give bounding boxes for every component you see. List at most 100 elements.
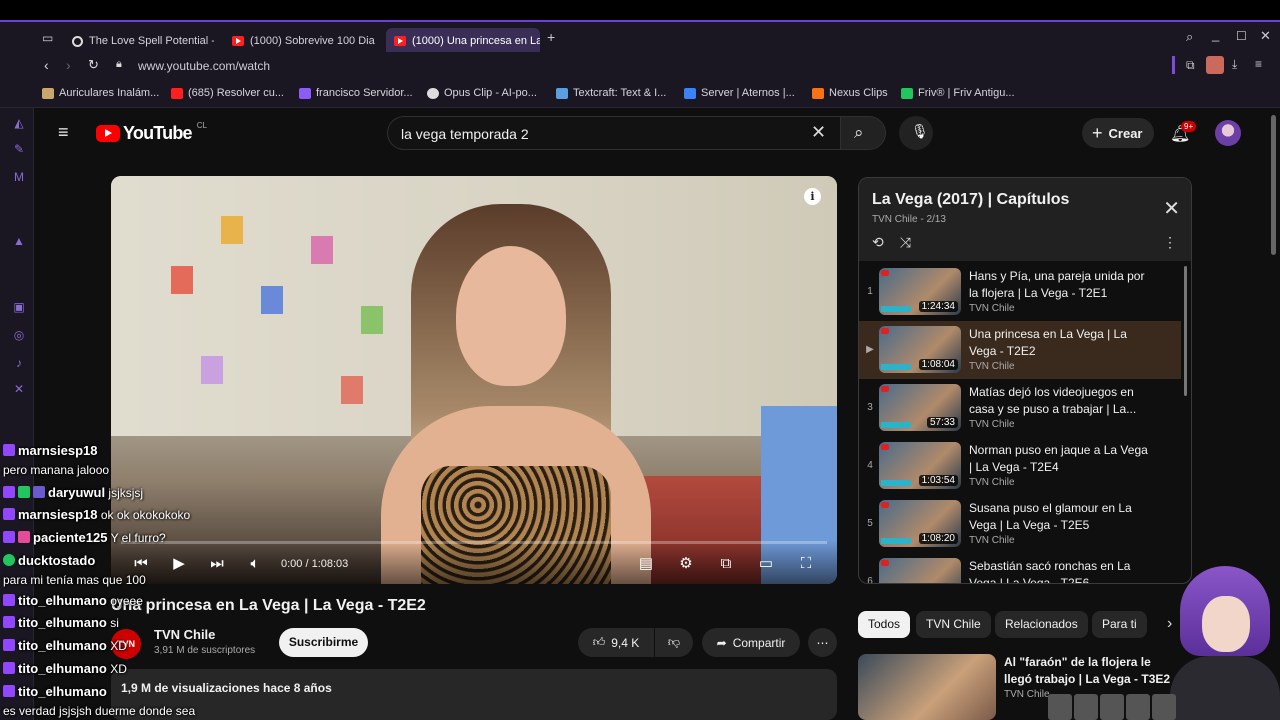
bookmark-5[interactable]: Textcraft: Text & I... <box>556 87 666 99</box>
instagram-icon[interactable]: ◎ <box>12 328 26 342</box>
chip-channel[interactable]: TVN Chile <box>916 611 991 638</box>
hamburger-menu-icon[interactable]: ≡ <box>58 122 69 143</box>
subtitles-icon[interactable]: ▤ <box>636 555 656 573</box>
clear-search-icon[interactable]: ✕ <box>811 122 826 143</box>
heart-badge-icon <box>18 531 30 543</box>
playlist-item[interactable]: 5 1:08:20 Susana puso el glamour en La V… <box>859 495 1181 553</box>
more-actions-button[interactable]: ⋯ <box>808 628 837 657</box>
account-avatar[interactable] <box>1215 120 1241 146</box>
play-icon[interactable]: ▶︎ <box>169 555 189 573</box>
reload-icon[interactable]: ↻ <box>88 57 99 73</box>
aria-icon[interactable]: ◭ <box>12 116 26 130</box>
duration-badge: 1:08:20 <box>918 533 958 544</box>
bookmark-1[interactable]: Auriculares Inalám... <box>42 87 159 99</box>
video-player[interactable]: i ⏮︎ ▶︎ ⏭︎ 🔈︎ 0:00 / 1:08:03 ▤ ⚙︎ ⧉ ▭ ⛶ <box>111 176 837 584</box>
close-window-icon[interactable]: ✕ <box>1260 28 1271 44</box>
brush-icon[interactable]: ✎ <box>12 142 26 156</box>
playlist-item-current[interactable]: ▶ 1:08:04 Una princesa en La Vega | La V… <box>859 321 1181 379</box>
search-button[interactable]: ⌕ <box>840 116 886 150</box>
progress-bar[interactable] <box>121 541 827 544</box>
loop-icon[interactable]: ⟲ <box>872 234 884 251</box>
chip-for-you[interactable]: Para ti <box>1092 611 1147 638</box>
close-playlist-icon[interactable]: ✕ <box>1163 196 1180 221</box>
tab-switcher-icon[interactable]: ▭ <box>42 31 53 45</box>
miniplayer-icon[interactable]: ⧉ <box>716 555 736 573</box>
playlist-item[interactable]: 6 Sebastián sacó ronchas en La Vega | La… <box>859 553 1181 583</box>
settings-gear-icon[interactable]: ⚙︎ <box>676 555 696 573</box>
twitch-badge-icon <box>3 662 15 674</box>
emote <box>1074 694 1098 720</box>
download-icon[interactable]: ⤓ <box>1232 57 1237 72</box>
playlist-item[interactable]: 1 1:24:34 Hans y Pía, una pareja unida p… <box>859 263 1181 321</box>
tab-3-active[interactable]: (1000) Una princesa en La <box>386 28 540 54</box>
messenger-icon[interactable]: M <box>12 170 26 184</box>
fullscreen-icon[interactable]: ⛶ <box>796 555 816 573</box>
chat-username: ducktostado <box>18 553 96 568</box>
thumbs-down-icon: 👎︎ <box>667 635 681 649</box>
video-frame-poster <box>361 306 383 334</box>
dislike-button[interactable]: 👎︎ <box>655 628 693 657</box>
recommended-title[interactable]: Al "faraón" de la flojera le llegó traba… <box>1004 654 1174 688</box>
chat-username: tito_elhumano <box>18 661 107 676</box>
info-icon[interactable]: i <box>804 188 821 205</box>
channel-name[interactable]: TVN Chile <box>154 627 215 642</box>
voice-search-button[interactable]: 🎙︎ <box>899 116 933 150</box>
previous-icon[interactable]: ⏮︎ <box>131 555 151 573</box>
playlist-more-icon[interactable]: ⋮ <box>1163 234 1177 251</box>
duration-badge: 1:08:04 <box>918 359 958 370</box>
playlist-title[interactable]: La Vega (2017) | Capítulos <box>872 191 1069 209</box>
video-frame-poster <box>171 266 193 294</box>
plus-icon: + <box>1092 122 1103 143</box>
chip-all[interactable]: Todos <box>858 611 911 638</box>
theater-mode-icon[interactable]: ▭ <box>756 555 776 573</box>
share-label: Compartir <box>732 635 786 650</box>
profile-icon[interactable] <box>1206 56 1224 74</box>
search-tabs-icon[interactable]: ⌕ <box>1186 29 1193 45</box>
maximize-icon[interactable]: ☐ <box>1236 29 1247 43</box>
tiktok-icon[interactable]: ♪ <box>12 356 26 370</box>
tab-2[interactable]: (1000) Sobrevive 100 Dia <box>224 28 376 54</box>
tab-label: (1000) Una princesa en La <box>412 35 540 47</box>
create-label: Crear <box>1108 125 1143 141</box>
volume-icon[interactable]: 🔈︎ <box>245 555 265 573</box>
url-field[interactable]: www.youtube.com/watch <box>138 59 270 73</box>
bookmark-6[interactable]: Server | Aternos |... <box>684 87 795 99</box>
playlist-item[interactable]: 4 1:03:54 Norman puso en jaque a La Vega… <box>859 437 1181 495</box>
extensions-icon[interactable]: ⧉ <box>1186 58 1195 73</box>
next-icon[interactable]: ⏭︎ <box>207 555 227 573</box>
twitch-badge-icon <box>3 531 15 543</box>
playlist-item[interactable]: 3 57:33 Matías dejó los videojuegos en c… <box>859 379 1181 437</box>
forward-icon[interactable]: › <box>66 57 71 73</box>
minimize-icon[interactable]: _ <box>1212 27 1219 42</box>
bookmark-label: Nexus Clips <box>829 87 888 99</box>
chat-message: marnsiesp18 ok ok okokokoko <box>3 507 190 522</box>
chat-message: ducktostado <box>3 553 95 568</box>
bookmark-8[interactable]: Friv® | Friv Antigu... <box>901 87 1015 99</box>
playlist-scrollbar[interactable] <box>1184 266 1187 396</box>
playlist-item-index: 1 <box>867 286 873 297</box>
youtube-logo[interactable]: YouTube CL <box>96 121 207 144</box>
bookmark-2[interactable]: (685) Resolver cu... <box>171 87 284 99</box>
share-button[interactable]: ➦ Compartir <box>702 628 800 657</box>
x-icon[interactable]: ✕ <box>12 382 26 396</box>
search-box[interactable]: la vega temporada 2 ✕ <box>387 116 840 150</box>
like-button[interactable]: 👍︎ 9,4 K <box>578 628 654 657</box>
recommended-thumbnail[interactable] <box>858 654 996 720</box>
arc-icon[interactable]: ▲ <box>12 234 26 248</box>
subscribe-button[interactable]: Suscribirme <box>279 628 368 657</box>
search-input[interactable]: la vega temporada 2 <box>401 126 529 142</box>
chat-text: Y el furro? <box>110 531 166 545</box>
divider <box>1172 56 1175 74</box>
chip-related[interactable]: Relacionados <box>995 611 1088 638</box>
menu-icon[interactable]: ≡ <box>1255 57 1262 71</box>
twitch-icon[interactable]: ▣ <box>12 300 26 314</box>
bookmark-4[interactable]: Opus Clip - AI-po... <box>427 87 537 99</box>
page-scrollbar[interactable] <box>1271 115 1276 255</box>
tab-1[interactable]: The Love Spell Potential - <box>64 28 214 54</box>
bookmark-7[interactable]: Nexus Clips <box>812 87 888 99</box>
shuffle-icon[interactable]: ⤨ <box>900 234 911 251</box>
back-icon[interactable]: ‹ <box>44 57 49 73</box>
create-button[interactable]: + Crear <box>1082 118 1155 148</box>
new-tab-icon[interactable]: + <box>547 29 555 45</box>
bookmark-3[interactable]: francisco Servidor... <box>299 87 413 99</box>
